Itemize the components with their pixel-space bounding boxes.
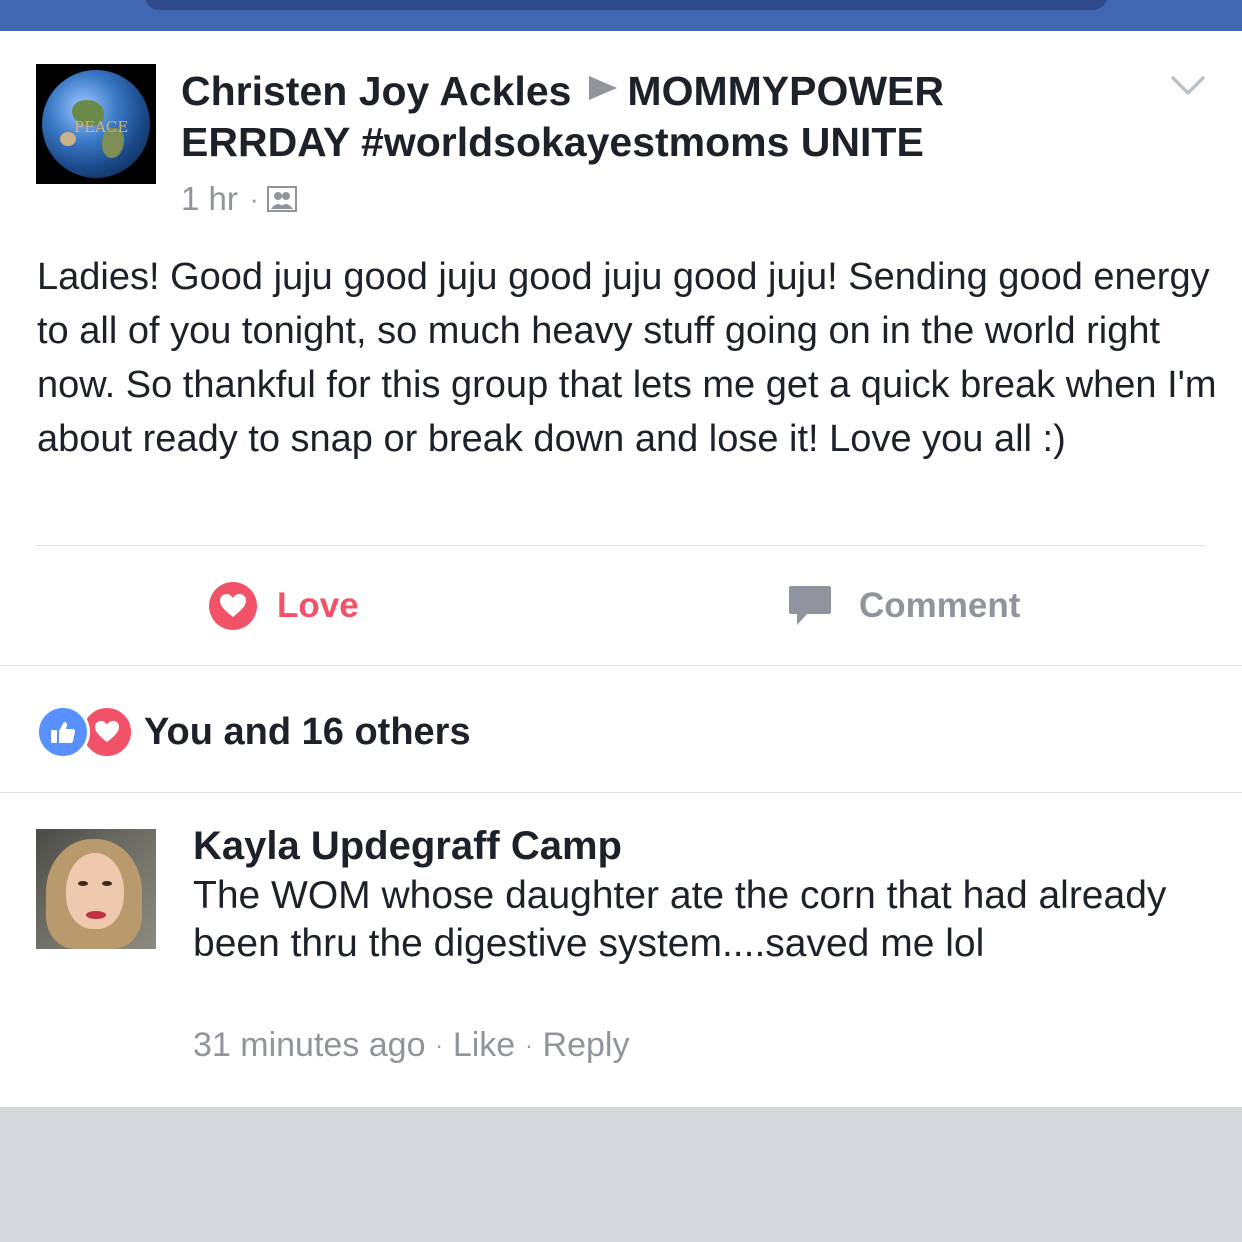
meta-separator: · [525, 1032, 533, 1058]
author-avatar[interactable]: PEACE [36, 64, 156, 184]
reactions-summary[interactable]: You and 16 others [36, 705, 471, 759]
post-timestamp[interactable]: 1 hr [181, 180, 238, 218]
earth-peace-icon: PEACE [42, 70, 150, 178]
commenter-avatar[interactable] [36, 829, 156, 949]
divider [36, 545, 1206, 546]
meta-separator: · [435, 1032, 443, 1058]
top-bar [0, 0, 1242, 31]
comment-body: The WOM whose daughter ate the corn that… [193, 874, 1167, 965]
chevron-down-icon[interactable] [1170, 74, 1206, 98]
divider [0, 665, 1242, 666]
comment-reply-link[interactable]: Reply [543, 1026, 630, 1065]
post-body: Ladies! Good juju good juju good juju go… [37, 256, 1217, 460]
meta-separator: · [249, 183, 259, 214]
comment-meta: 31 minutes ago · Like · Reply [193, 1026, 629, 1065]
comment-timestamp[interactable]: 31 minutes ago [193, 1026, 426, 1065]
right-arrow-icon [589, 76, 618, 100]
post-meta: 1 hr · [181, 180, 297, 218]
avatar-peace-text: PEACE [74, 118, 129, 136]
search-bar[interactable] [145, 0, 1107, 10]
love-button[interactable]: Love [209, 580, 359, 632]
heart-icon [209, 582, 257, 630]
like-icon [36, 705, 90, 759]
comment-author-link[interactable]: Kayla Updegraff Camp [193, 824, 622, 869]
love-label: Love [277, 586, 359, 625]
group-icon [266, 186, 297, 212]
divider [0, 792, 1242, 793]
bottom-background [0, 1107, 1242, 1242]
reactions-count-text: You and 16 others [144, 710, 471, 753]
comment-like-link[interactable]: Like [453, 1026, 515, 1065]
post-header: Christen Joy Ackles MOMMYPOWER ERRDAY #wo… [181, 66, 1001, 168]
post-author-link[interactable]: Christen Joy Ackles [181, 68, 571, 114]
comment-bubble-icon [789, 586, 831, 625]
comment-button[interactable]: Comment [787, 580, 1020, 632]
comment-label: Comment [859, 586, 1021, 625]
